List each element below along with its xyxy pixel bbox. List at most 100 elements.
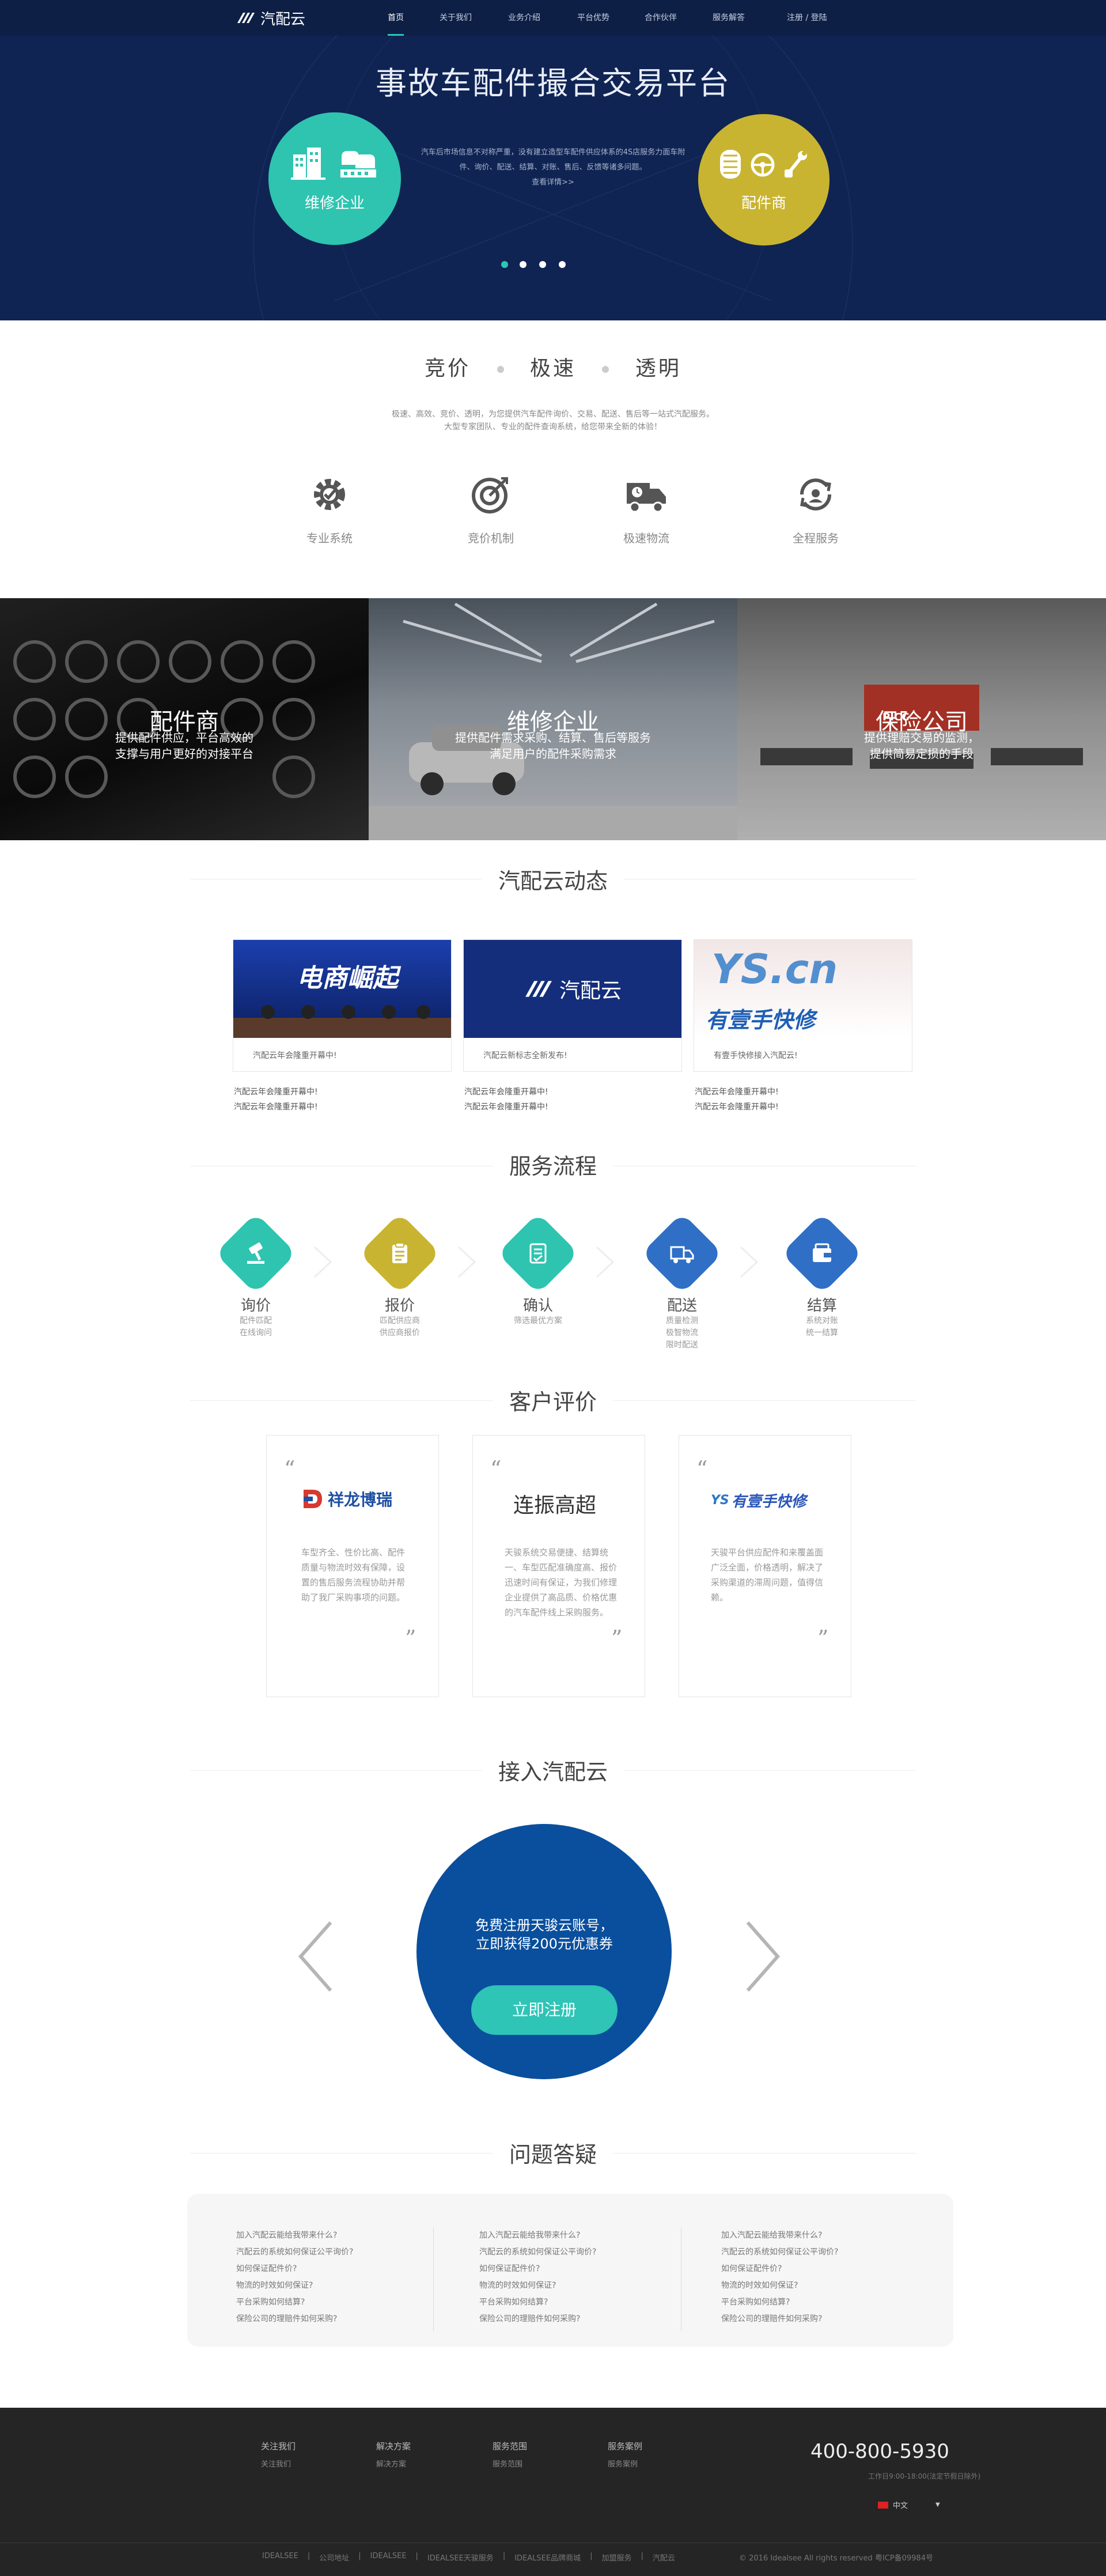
footer-link[interactable]: 加盟服务 bbox=[601, 2552, 631, 2563]
process-step-confirm-badge bbox=[497, 1213, 579, 1294]
footer-col-head[interactable]: 解决方案 bbox=[376, 2440, 451, 2452]
footer-col-link[interactable]: 解决方案 bbox=[376, 2458, 451, 2469]
footer-col-link[interactable]: 关注我们 bbox=[261, 2458, 336, 2469]
faq-item[interactable]: 平台采购如何结算? bbox=[479, 2294, 669, 2311]
faq-item[interactable]: 平台采购如何结算? bbox=[721, 2294, 911, 2311]
faq-column-3: 加入汽配云能给我带来什么? 汽配云的系统如何保证公平询价? 如何保证配件价? 物… bbox=[721, 2227, 911, 2328]
faq-item[interactable]: 如何保证配件价? bbox=[479, 2261, 669, 2277]
slogan-separator bbox=[602, 366, 609, 373]
news-list-item[interactable]: 汽配云年会隆重开幕中! bbox=[234, 1100, 318, 1115]
footer-col-head[interactable]: 关注我们 bbox=[261, 2440, 336, 2452]
faq-item[interactable]: 加入汽配云能给我带来什么? bbox=[479, 2227, 669, 2244]
faq-item[interactable]: 保险公司的理赔件如何采购? bbox=[479, 2311, 669, 2328]
review-card-3: “ YS 有壹手快修 天骏平台供应配件和来覆盖面广泛全面，价格透明，解决了采购渠… bbox=[679, 1435, 851, 1697]
news-card-2-image-text: 汽配云 bbox=[559, 979, 622, 1003]
language-selector[interactable]: 中文 ▼ bbox=[878, 2499, 940, 2510]
process-step-delivery-sub3: 限时配送 bbox=[666, 1340, 698, 1350]
faq-item[interactable]: 保险公司的理赔件如何采购? bbox=[236, 2311, 426, 2328]
quote-open-icon: “ bbox=[490, 1456, 502, 1482]
process-step-delivery-name: 配送 bbox=[666, 1297, 697, 1315]
photo-parts-supplier[interactable]: 配件商 提供配件供应，平台高效的 支撑与用户更好的对接平台 bbox=[0, 598, 369, 840]
quote-open-icon: “ bbox=[696, 1456, 708, 1482]
footer-col-link[interactable]: 服务案例 bbox=[608, 2458, 683, 2469]
footer-link[interactable]: IDEALSEE bbox=[370, 2552, 407, 2563]
process-step-settlement-name: 结算 bbox=[806, 1297, 837, 1315]
faq-item[interactable]: 物流的时效如何保证? bbox=[479, 2277, 669, 2294]
carousel-dot-3[interactable] bbox=[539, 261, 546, 268]
logo[interactable]: 汽配云 bbox=[236, 8, 305, 28]
faq-item[interactable]: 加入汽配云能给我带来什么? bbox=[721, 2227, 911, 2244]
nav-faq[interactable]: 服务解答 bbox=[713, 0, 745, 36]
review-2-brand-text: 连振高超 bbox=[513, 1494, 597, 1517]
faq-item[interactable]: 物流的时效如何保证? bbox=[721, 2277, 911, 2294]
repair-enterprise-circle[interactable]: 维修企业 bbox=[268, 112, 401, 245]
nav-partners[interactable]: 合作伙伴 bbox=[645, 0, 677, 36]
carousel-dot-4[interactable] bbox=[559, 261, 566, 268]
feature-service: 全程服务 bbox=[770, 473, 862, 546]
news-list-item[interactable]: 汽配云年会隆重开幕中! bbox=[464, 1100, 548, 1115]
carousel-dot-2[interactable] bbox=[520, 261, 527, 268]
footer-link[interactable]: IDEALSEE天骏服务 bbox=[427, 2552, 494, 2563]
photo-repair-sub-line1: 提供配件需求采购、结算、售后等服务 bbox=[455, 731, 651, 745]
footer-link[interactable]: IDEALSEE品牌商城 bbox=[514, 2552, 581, 2563]
join-section-title: 接入汽配云 bbox=[0, 1754, 1106, 1786]
carousel-dot-1[interactable] bbox=[501, 261, 508, 268]
photo-repair-enterprise[interactable]: 维修企业 提供配件需求采购、结算、售后等服务 满足用户的配件采购需求 bbox=[369, 598, 737, 840]
photo-insurance[interactable]: PICC 保险公司 提供理赔交易的监测， 提供简易定损的手段 bbox=[737, 598, 1106, 840]
feature-system: 专业系统 bbox=[283, 473, 376, 546]
process-step-delivery-sub2: 极智物流 bbox=[666, 1328, 698, 1338]
footer-link[interactable]: 公司地址 bbox=[319, 2552, 349, 2563]
footer-col-head[interactable]: 服务案例 bbox=[608, 2440, 683, 2452]
footer-link[interactable]: IDEALSEE bbox=[262, 2552, 298, 2563]
news-list-item[interactable]: 汽配云年会隆重开幕中! bbox=[695, 1100, 779, 1115]
news-list-item[interactable]: 汽配云年会隆重开幕中! bbox=[234, 1085, 318, 1100]
gear-icon bbox=[314, 479, 345, 510]
faq-item[interactable]: 如何保证配件价? bbox=[236, 2261, 426, 2277]
arrow-right-icon[interactable] bbox=[743, 1919, 783, 1994]
news-card-1[interactable]: 电商崛起 汽配云年会隆重开幕中! bbox=[233, 939, 452, 1072]
news-list-item[interactable]: 汽配云年会隆重开幕中! bbox=[695, 1085, 779, 1100]
nav-advantages[interactable]: 平台优势 bbox=[577, 0, 609, 36]
process-chevron-icon bbox=[596, 1246, 615, 1278]
faq-item[interactable]: 保险公司的理赔件如何采购? bbox=[721, 2311, 911, 2328]
news-list-item[interactable]: 汽配云年会隆重开幕中! bbox=[464, 1085, 548, 1100]
wrench-icon bbox=[785, 150, 807, 177]
feature-system-label: 专业系统 bbox=[306, 531, 353, 545]
photo-repair-sub-line2: 满足用户的配件采购需求 bbox=[490, 747, 616, 761]
process-step-inquiry-badge bbox=[215, 1213, 297, 1294]
parts-supplier-circle[interactable]: 配件商 bbox=[698, 114, 830, 245]
faq-item[interactable]: 平台采购如何结算? bbox=[236, 2294, 426, 2311]
login-link[interactable]: 注册 / 登陆 bbox=[787, 0, 827, 36]
news-card-2[interactable]: 汽配云 汽配云新标志全新发布! bbox=[463, 939, 682, 1072]
process-step-confirm-sub1: 筛选最优方案 bbox=[514, 1316, 562, 1325]
nav-home[interactable]: 首页 bbox=[388, 0, 404, 36]
hammer-icon bbox=[247, 1242, 264, 1264]
register-button[interactable]: 立即注册 bbox=[471, 1985, 618, 2035]
footer-link[interactable]: 汽配云 bbox=[653, 2552, 675, 2563]
review-3-brand-text: 有壹手快修 bbox=[731, 1493, 806, 1510]
chevron-down-icon: ▼ bbox=[935, 2502, 940, 2508]
faq-item[interactable]: 物流的时效如何保证? bbox=[236, 2277, 426, 2294]
checklist-icon bbox=[529, 1243, 547, 1264]
news-card-3[interactable]: YS.cn 有壹手快修 有壹手快修接入汽配云! bbox=[694, 939, 912, 1072]
hero-more-link[interactable]: 查看详情>> bbox=[421, 175, 685, 190]
faq-item[interactable]: 汽配云的系统如何保证公平询价? bbox=[236, 2244, 426, 2261]
process-step-delivery: 配送 质量检测 极智物流 限时配送 bbox=[641, 1213, 723, 1351]
slogan-desc-line1: 极速、高效、竞价、透明，为您提供汽车配件询价、交易、配送、售后等一站式汽配服务。 bbox=[392, 410, 714, 419]
nav-about[interactable]: 关于我们 bbox=[440, 0, 472, 36]
nav-business[interactable]: 业务介绍 bbox=[508, 0, 540, 36]
footer-col-head[interactable]: 服务范围 bbox=[493, 2440, 567, 2452]
footer-col-link[interactable]: 服务范围 bbox=[493, 2458, 567, 2469]
news-section-title: 汽配云动态 bbox=[0, 863, 1106, 895]
faq-item[interactable]: 加入汽配云能给我带来什么? bbox=[236, 2227, 426, 2244]
faq-item[interactable]: 汽配云的系统如何保证公平询价? bbox=[721, 2244, 911, 2261]
faq-section-title: 问题答疑 bbox=[0, 2137, 1106, 2169]
footer bbox=[0, 2408, 1106, 2576]
arrow-left-icon[interactable] bbox=[295, 1919, 335, 1994]
footer-col-solutions: 解决方案 解决方案 bbox=[376, 2440, 451, 2469]
footer-col-scope: 服务范围 服务范围 bbox=[493, 2440, 567, 2469]
faq-item[interactable]: 汽配云的系统如何保证公平询价? bbox=[479, 2244, 669, 2261]
steering-wheel-icon bbox=[751, 153, 775, 176]
news-card-2-image: 汽配云 bbox=[464, 940, 681, 1038]
faq-item[interactable]: 如何保证配件价? bbox=[721, 2261, 911, 2277]
